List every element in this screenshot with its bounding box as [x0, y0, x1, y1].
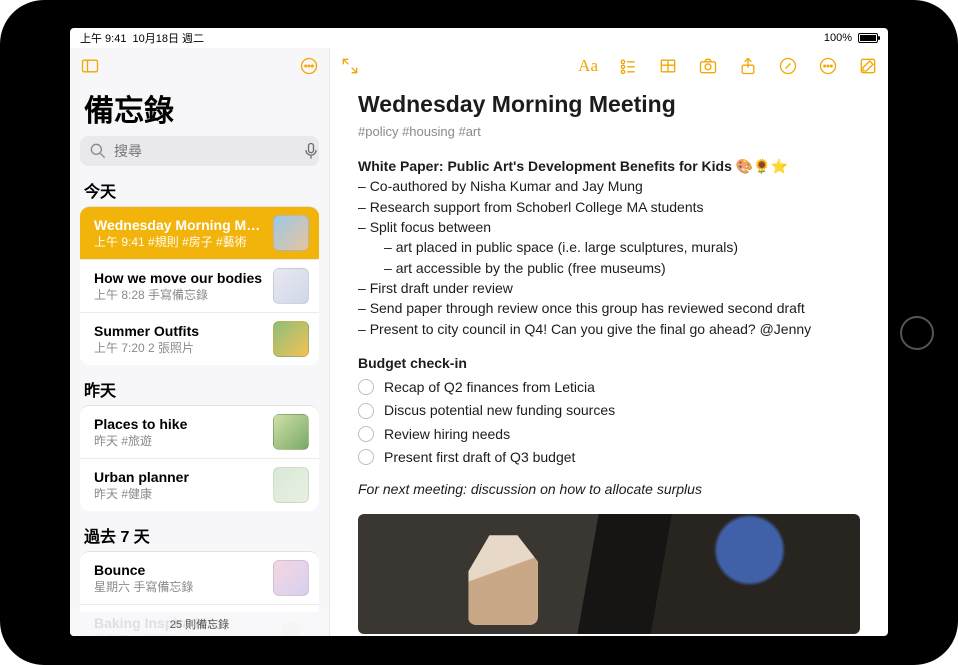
note-title: Places to hike — [94, 416, 265, 432]
checklist-label: Discus potential new funding sources — [384, 400, 615, 420]
note-heading: Wednesday Morning Meeting — [358, 88, 860, 121]
note-editor: ••• Aa — [330, 48, 888, 636]
note-title: Urban planner — [94, 469, 265, 485]
checkbox-icon[interactable] — [358, 426, 374, 442]
status-time: 上午 9:41 — [80, 30, 126, 46]
compose-icon[interactable] — [858, 56, 878, 76]
note-meta: 上午 7:20 2 張照片 — [94, 339, 265, 356]
bullet-item: art placed in public space (i.e. large s… — [384, 237, 860, 257]
note-thumbnail — [273, 321, 309, 357]
note-thumbnail — [273, 467, 309, 503]
section-heading: Budget check-in — [358, 353, 860, 373]
note-item[interactable]: Wednesday Morning Meeting 上午 9:41 #規則 #房… — [80, 207, 319, 260]
checklist-item[interactable]: Present first draft of Q3 budget — [358, 447, 860, 467]
format-text-button[interactable]: Aa — [578, 56, 598, 76]
note-item[interactable]: Urban planner 昨天 #健康 — [80, 459, 319, 511]
note-body[interactable]: Wednesday Morning Meeting #policy #housi… — [330, 84, 888, 636]
note-thumbnail — [273, 560, 309, 596]
checklist-item[interactable]: Recap of Q2 finances from Leticia — [358, 377, 860, 397]
checklist-label: Review hiring needs — [384, 424, 510, 444]
more-menu-icon[interactable] — [299, 56, 319, 76]
checkbox-icon[interactable] — [358, 449, 374, 465]
note-item[interactable]: Summer Outfits 上午 7:20 2 張照片 — [80, 313, 319, 365]
sidebar-toggle-icon[interactable] — [80, 56, 100, 76]
home-button[interactable] — [900, 316, 934, 350]
battery-percent: 100% — [824, 32, 852, 44]
ipad-frame: 上午 9:41 10月18日 週二 100% — [0, 0, 958, 665]
section-label: 過去 7 天 — [70, 511, 329, 551]
more-icon[interactable] — [818, 56, 838, 76]
note-meta: 昨天 #健康 — [94, 485, 265, 502]
share-icon[interactable] — [738, 56, 758, 76]
italic-note: For next meeting: discussion on how to a… — [358, 479, 860, 499]
dictate-icon[interactable] — [301, 141, 321, 161]
note-meta: 上午 8:28 手寫備忘錄 — [94, 286, 265, 303]
bullet-item: Research support from Schoberl College M… — [358, 197, 860, 217]
note-tags[interactable]: #policy #housing #art — [358, 123, 860, 142]
checkbox-icon[interactable] — [358, 379, 374, 395]
note-item[interactable]: How we move our bodies 上午 8:28 手寫備忘錄 — [80, 260, 319, 313]
status-bar: 上午 9:41 10月18日 週二 100% — [70, 28, 888, 48]
notes-sidebar: 備忘錄 今天 Wednesda — [70, 48, 330, 636]
search-icon — [88, 141, 108, 161]
note-title: Wednesday Morning Meeting — [94, 217, 265, 233]
search-field[interactable] — [80, 136, 319, 166]
attached-photo[interactable] — [358, 514, 860, 634]
bullet-item: art accessible by the public (free museu… — [384, 258, 860, 278]
note-item[interactable]: Bounce 星期六 手寫備忘錄 — [80, 552, 319, 605]
sidebar-title: 備忘錄 — [70, 84, 329, 136]
battery-icon — [858, 33, 878, 43]
screen: 上午 9:41 10月18日 週二 100% — [70, 28, 888, 636]
bullet-item: Send paper through review once this grou… — [358, 298, 860, 318]
search-input[interactable] — [114, 143, 295, 159]
bullet-item: First draft under review — [358, 278, 860, 298]
checklist-label: Present first draft of Q3 budget — [384, 447, 575, 467]
checkbox-icon[interactable] — [358, 403, 374, 419]
note-thumbnail — [273, 215, 309, 251]
section-label: 今天 — [70, 166, 329, 206]
note-meta: 昨天 #旅遊 — [94, 432, 265, 449]
checklist-item[interactable]: Review hiring needs — [358, 424, 860, 444]
note-item[interactable]: Places to hike 昨天 #旅遊 — [80, 406, 319, 459]
section-label: 昨天 — [70, 365, 329, 405]
bullet-item: Co-authored by Nisha Kumar and Jay Mung — [358, 176, 860, 196]
note-thumbnail — [273, 414, 309, 450]
note-title: Summer Outfits — [94, 323, 265, 339]
editor-toolbar: Aa — [330, 48, 888, 84]
note-title: How we move our bodies — [94, 270, 265, 286]
note-title: Bounce — [94, 562, 265, 578]
checklist-item[interactable]: Discus potential new funding sources — [358, 400, 860, 420]
markup-icon[interactable] — [778, 56, 798, 76]
bullet-item: Split focus between — [358, 217, 860, 237]
note-thumbnail — [273, 268, 309, 304]
checklist-label: Recap of Q2 finances from Leticia — [384, 377, 595, 397]
status-date: 10月18日 週二 — [132, 30, 204, 46]
notes-list[interactable]: 今天 Wednesday Morning Meeting 上午 9:41 #規則… — [70, 166, 329, 636]
camera-icon[interactable] — [698, 56, 718, 76]
note-meta: 星期六 手寫備忘錄 — [94, 578, 265, 595]
checklist-icon[interactable] — [618, 56, 638, 76]
note-meta: 上午 9:41 #規則 #房子 #藝術 — [94, 233, 265, 250]
table-icon[interactable] — [658, 56, 678, 76]
bullet-item: Present to city council in Q4! Can you g… — [358, 319, 860, 339]
notes-count: 25 則備忘錄 — [70, 612, 329, 636]
section-heading: White Paper: Public Art's Development Be… — [358, 156, 860, 176]
expand-icon[interactable] — [340, 56, 360, 76]
